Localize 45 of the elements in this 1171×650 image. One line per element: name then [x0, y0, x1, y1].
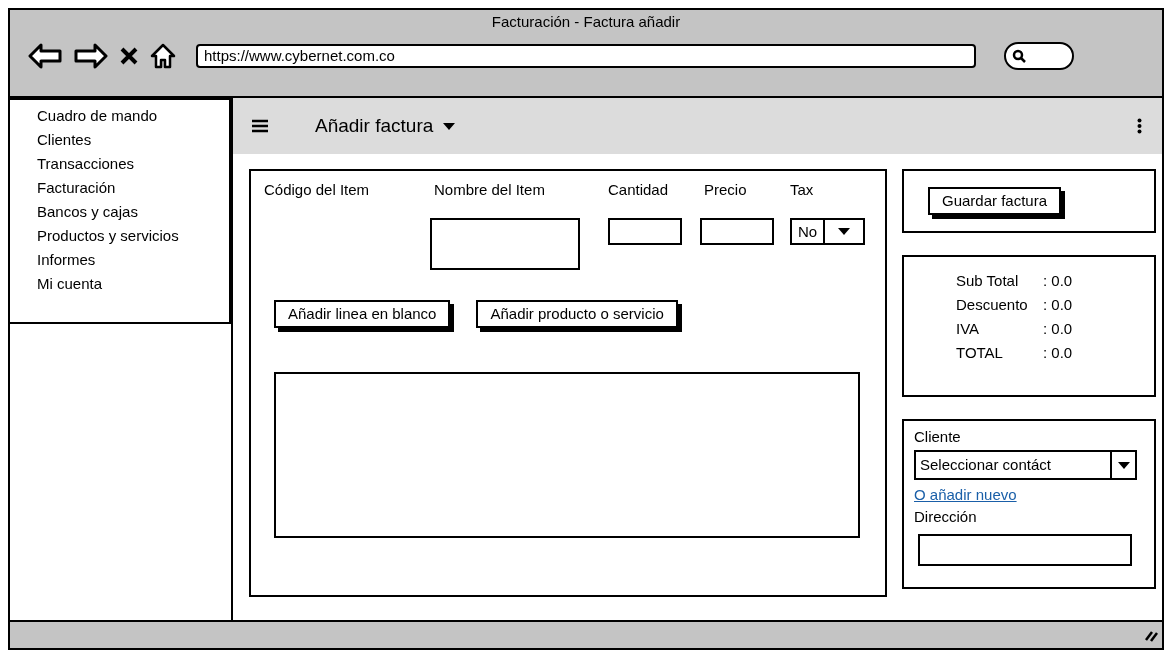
quantity-field[interactable] — [608, 217, 682, 245]
sidebar-item[interactable]: Cuadro de mando — [37, 104, 229, 128]
add-new-link[interactable]: O añadir nuevo — [914, 484, 1017, 506]
more-icon[interactable] — [1137, 118, 1142, 134]
address-field[interactable]: https://www.cybernet.com.co — [196, 43, 976, 68]
total-value: : 0.0 — [1043, 319, 1073, 339]
total-label: TOTAL — [956, 343, 1004, 363]
item-name-field[interactable] — [430, 217, 580, 270]
column-label: Tax — [790, 180, 815, 200]
menu-icon[interactable] — [251, 119, 269, 133]
search-field[interactable] — [1004, 41, 1074, 70]
column-label: Precio — [704, 180, 748, 200]
total-value: : 0.0 — [1043, 271, 1073, 291]
column-label: Código del Item — [264, 180, 371, 200]
sidebar-item[interactable]: Transacciones — [37, 152, 229, 176]
tax-select[interactable]: No — [790, 217, 865, 245]
page-title-dropdown[interactable]: Añadir factura — [315, 111, 456, 141]
search-icon — [1012, 48, 1026, 63]
home-icon[interactable] — [150, 42, 176, 69]
sidebar-item[interactable]: Productos y servicios — [37, 224, 229, 248]
client-label: Cliente — [914, 427, 962, 447]
total-value: : 0.0 — [1043, 343, 1073, 363]
sidebar-item[interactable]: Bancos y cajas — [37, 200, 229, 224]
total-value: : 0.0 — [1043, 295, 1073, 315]
address-field[interactable] — [918, 534, 1132, 566]
column-label: Nombre del Item — [434, 180, 546, 200]
sidebar-item[interactable]: Mi cuenta — [37, 272, 229, 296]
caret-icon — [1117, 461, 1130, 469]
close-icon[interactable] — [120, 46, 138, 65]
total-label: IVA — [956, 319, 981, 339]
price-field[interactable] — [700, 217, 774, 245]
column-label: Cantidad — [608, 180, 670, 200]
sidebar-item[interactable]: Facturación — [37, 176, 229, 200]
address-label: Dirección — [914, 507, 978, 527]
window-title: Facturación - Factura añadir — [491, 12, 681, 32]
sidebar-item[interactable]: Clientes — [37, 128, 229, 152]
back-icon[interactable] — [28, 42, 62, 69]
contact-select[interactable]: Seleccionar contáct — [914, 450, 1137, 480]
total-label: Descuento — [956, 295, 1029, 315]
caret-icon — [838, 227, 851, 235]
sidebar-item[interactable]: Informes — [37, 248, 229, 272]
total-label: Sub Total — [956, 271, 1020, 291]
save-button[interactable]: Guardar factura — [928, 186, 1062, 216]
forward-icon[interactable] — [74, 42, 108, 69]
caret-icon — [443, 122, 456, 130]
